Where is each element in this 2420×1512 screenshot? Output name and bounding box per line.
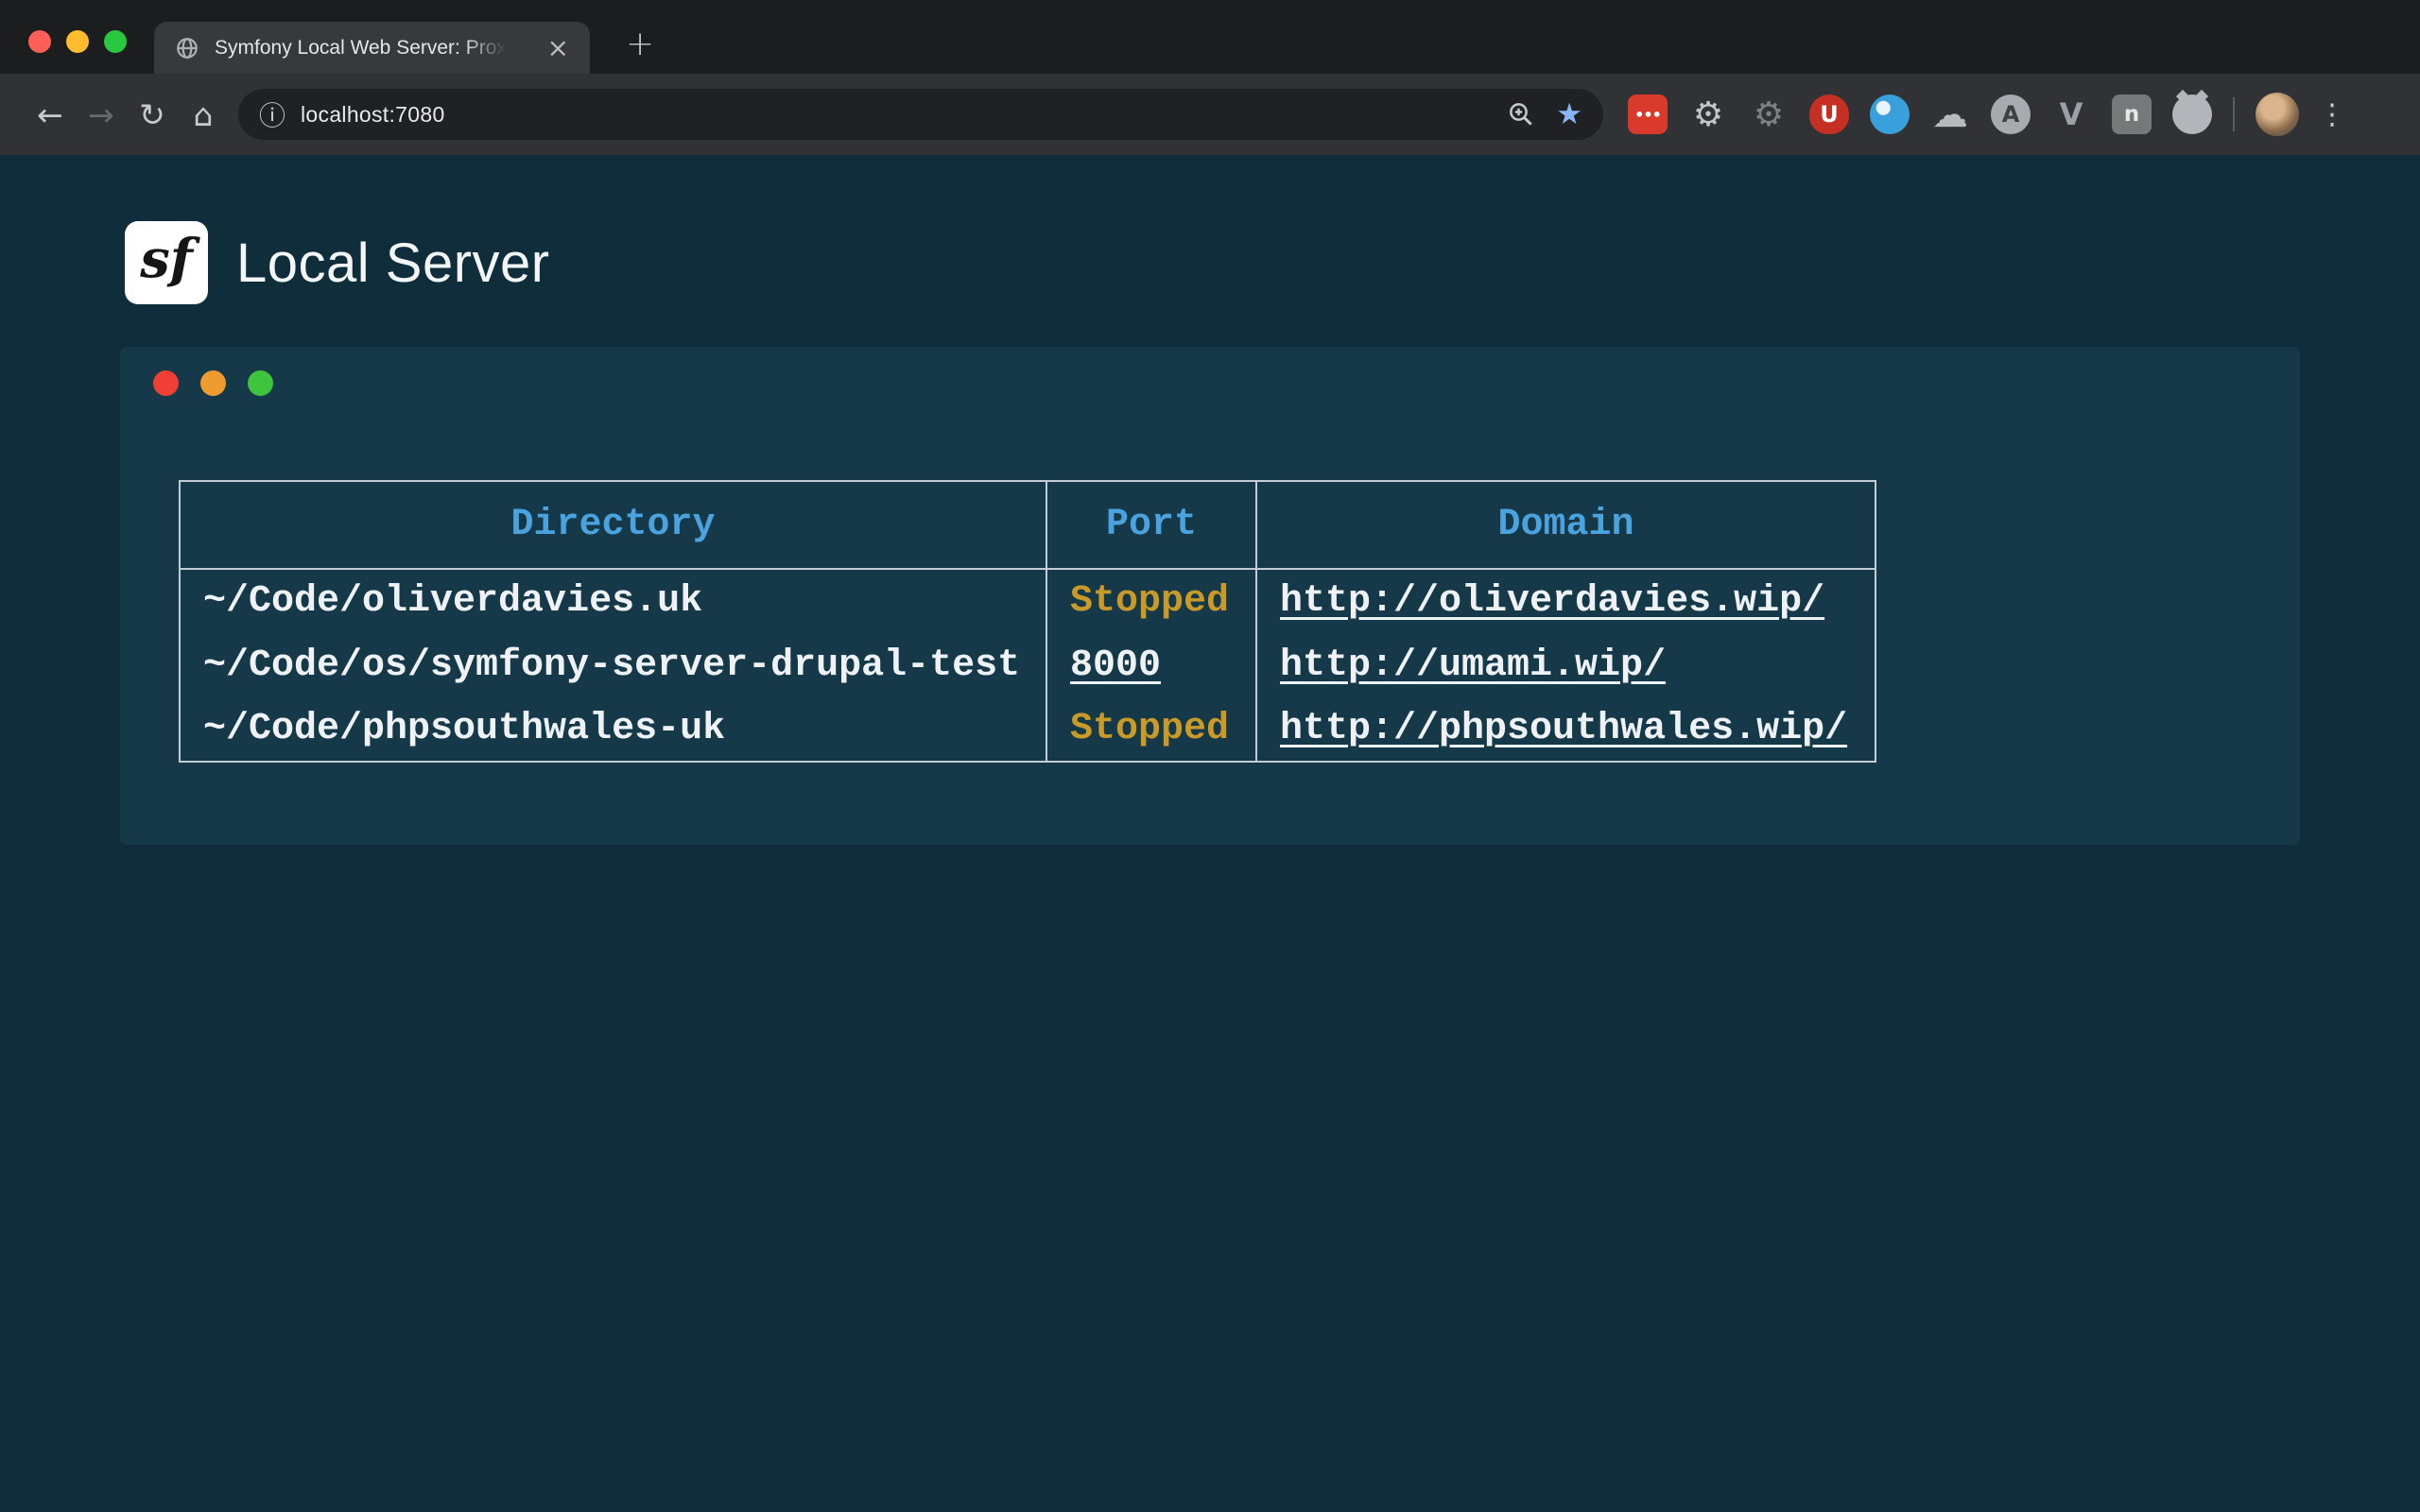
panel-red-dot [153,370,179,396]
back-button[interactable]: ← [25,89,76,140]
browser-toolbar: ← → ↻ ⌂ ⓘ localhost:7080 ★ ••• ⚙ ⚙ U ☁ A… [0,74,2420,155]
port-status: Stopped [1070,708,1229,750]
domain-link[interactable]: http://phpsouthwales.wip/ [1280,708,1847,750]
directory-cell: ~/Code/oliverdavies.uk [180,569,1046,633]
letter-v-extension-icon[interactable]: V [2051,94,2091,134]
table-header-row: Directory Port Domain [180,481,1876,569]
profile-avatar[interactable] [2256,93,2299,136]
table-row: ~/Code/os/symfony-server-drupal-test 800… [180,633,1876,697]
page-content: sf Local Server Directory Port Domain [0,155,2420,1512]
port-column-header: Port [1046,481,1256,569]
window-minimize-button[interactable] [66,30,89,53]
toolbar-separator [2233,97,2235,131]
site-info-icon[interactable]: ⓘ [259,95,285,133]
ublock-extension-icon[interactable]: U [1809,94,1849,134]
letter-n-extension-icon[interactable]: n [2112,94,2152,134]
compass-extension-icon[interactable] [1870,94,1910,134]
window-close-button[interactable] [28,30,51,53]
browser-tab[interactable]: Symfony Local Web Server: Prox × [154,22,590,74]
tab-title: Symfony Local Web Server: Prox [215,37,507,60]
directory-cell: ~/Code/phpsouthwales-uk [180,697,1046,762]
tab-strip: Symfony Local Web Server: Prox × + [0,0,2420,74]
letter-a-extension-icon[interactable]: A [1991,94,2031,134]
servers-table: Directory Port Domain ~/Code/oliverdavie… [179,480,1876,763]
panel-green-dot [248,370,273,396]
port-status: Stopped [1070,580,1229,623]
domain-link[interactable]: http://umami.wip/ [1280,644,1666,687]
server-panel: Directory Port Domain ~/Code/oliverdavie… [120,347,2300,845]
page-title: Local Server [236,232,550,295]
github-extension-icon[interactable] [2172,94,2212,134]
zoom-magnifier-icon[interactable] [1507,100,1535,129]
bookmark-star-icon[interactable]: ★ [1556,97,1582,131]
extensions-bar: ••• ⚙ ⚙ U ☁ A V n [1628,94,2212,134]
reload-button[interactable]: ↻ [127,89,178,140]
url-text[interactable]: localhost:7080 [301,102,445,128]
brand-header: sf Local Server [125,221,550,304]
table-row: ~/Code/oliverdavies.uk Stopped http://ol… [180,569,1876,633]
gear-extension-icon[interactable]: ⚙ [1688,94,1728,134]
browser-menu-icon[interactable]: ⋮ [2318,98,2346,131]
directory-cell: ~/Code/os/symfony-server-drupal-test [180,633,1046,697]
symfony-logo-text: sf [140,228,193,298]
window-zoom-button[interactable] [104,30,127,53]
domain-link[interactable]: http://oliverdavies.wip/ [1280,580,1824,623]
directory-column-header: Directory [180,481,1046,569]
window-controls [28,30,127,53]
cloud-extension-icon[interactable]: ☁ [1930,94,1970,134]
panel-window-dots [153,370,273,396]
home-button[interactable]: ⌂ [178,89,229,140]
forward-button[interactable]: → [76,89,127,140]
table-row: ~/Code/phpsouthwales-uk Stopped http://p… [180,697,1876,762]
port-link[interactable]: 8000 [1070,644,1161,687]
symfony-logo: sf [125,221,208,304]
panel-orange-dot [200,370,226,396]
tab-close-icon[interactable]: × [547,35,569,61]
address-bar[interactable]: ⓘ localhost:7080 ★ [238,89,1603,140]
globe-favicon-icon [175,36,199,60]
dots-extension-icon[interactable]: ••• [1628,94,1668,134]
new-tab-button[interactable]: + [626,25,654,63]
domain-column-header: Domain [1256,481,1876,569]
dark-gear-extension-icon[interactable]: ⚙ [1749,94,1789,134]
